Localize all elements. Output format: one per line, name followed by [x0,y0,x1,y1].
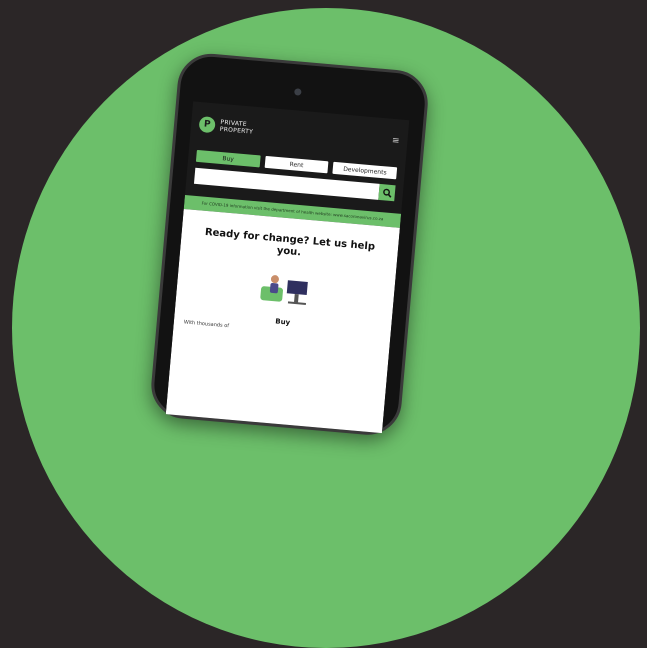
search-button[interactable] [378,183,396,202]
search-icon [382,188,391,198]
tab-buy[interactable]: Buy [195,149,261,168]
logo-icon[interactable]: P [198,116,216,134]
tab-rent[interactable]: Rent [264,155,329,174]
hero-headline: Ready for change? Let us help you. [204,226,376,259]
person-laptop-illustration [259,275,308,305]
menu-icon[interactable]: ≡ [391,136,399,147]
tab-developments[interactable]: Developments [332,161,398,180]
logo-line-2: PROPERTY [219,125,254,136]
hero-section: Ready for change? Let us help you. Buy W… [165,208,400,434]
phone-screen: P PRIVATE PROPERTY ≡ Buy Rent Developmen… [165,101,410,434]
logo-text[interactable]: PRIVATE PROPERTY [220,119,254,136]
phone-camera [294,88,302,96]
phone-mockup: P PRIVATE PROPERTY ≡ Buy Rent Developmen… [148,51,431,438]
